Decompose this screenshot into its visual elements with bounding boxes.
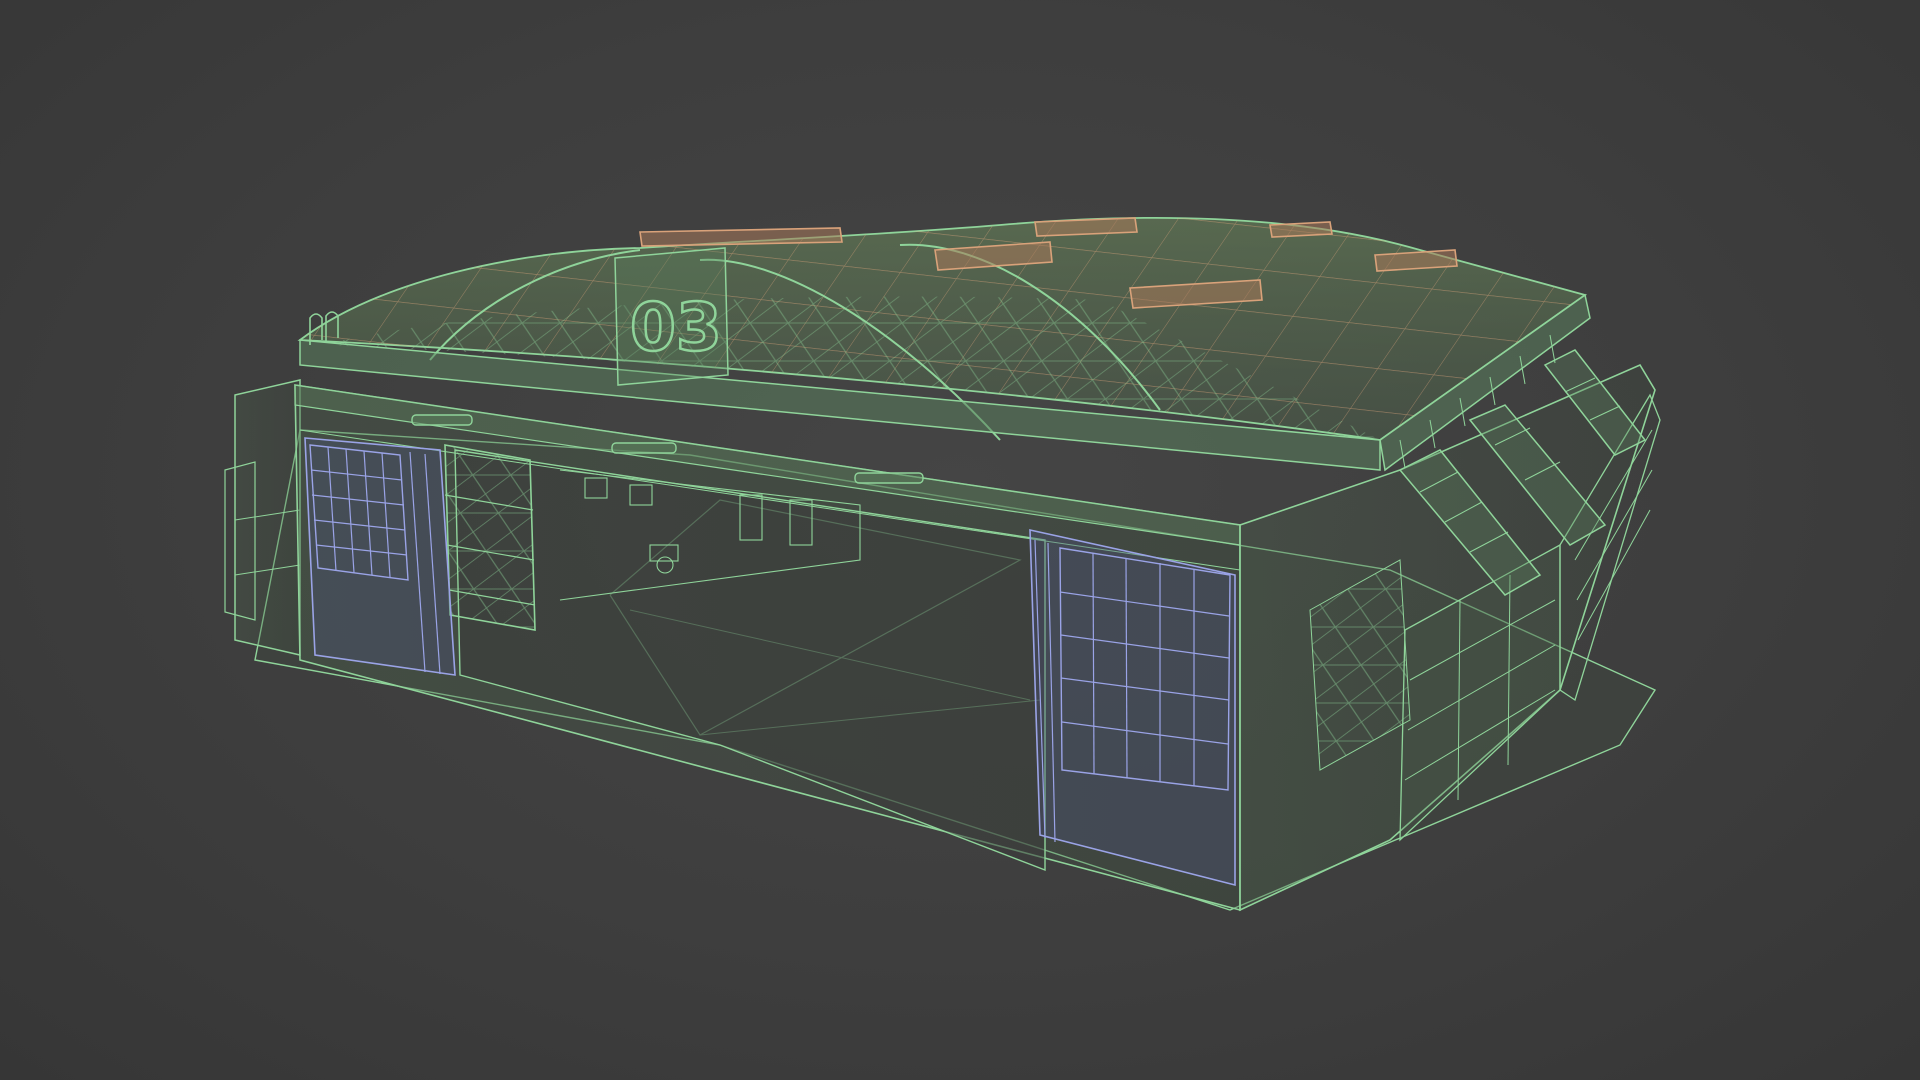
gable-panel: 03	[614, 247, 729, 386]
3d-viewport[interactable]: 03	[0, 0, 1920, 1080]
left-hangar-door	[304, 437, 456, 676]
hangar-wireframe-render: 03	[224, 217, 1661, 912]
interior-scaffold-tower	[444, 444, 536, 631]
right-hangar-door	[1029, 528, 1236, 887]
hangar-number-label: 03	[630, 289, 722, 366]
left-wall	[224, 379, 301, 656]
